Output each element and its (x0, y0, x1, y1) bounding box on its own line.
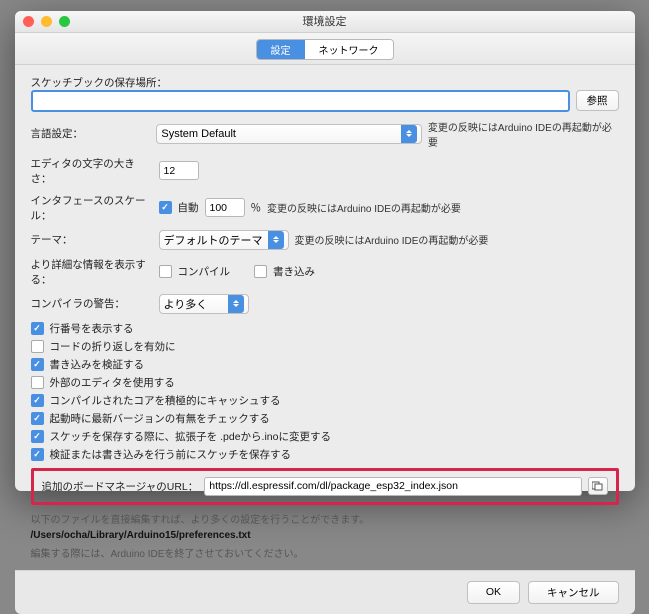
fontsize-input[interactable] (159, 161, 199, 180)
save-before-verify-label: 検証または書き込みを行う前にスケッチを保存する (50, 447, 292, 462)
warnings-label: コンパイラの警告： (31, 296, 153, 311)
language-label: 言語設定： (31, 126, 151, 141)
pde-ino-label: スケッチを保存する際に、拡張子を .pdeから.inoに変更する (50, 429, 331, 444)
code-folding-checkbox[interactable] (31, 340, 44, 353)
window-controls (23, 16, 70, 27)
warnings-select[interactable]: より多く (159, 294, 249, 314)
scale-auto-checkbox[interactable] (159, 201, 172, 214)
window-icon (592, 481, 603, 491)
board-url-input[interactable] (204, 477, 581, 496)
check-updates-label: 起動時に最新バージョンの有無をチェックする (50, 411, 270, 426)
scale-auto-label: 自動 (178, 200, 199, 215)
scale-label: インタフェースのスケール： (31, 193, 153, 223)
cache-core-label: コンパイルされたコアを積極的にキャッシュする (50, 393, 281, 408)
board-url-highlight: 追加のボードマネージャのURL： (31, 468, 619, 505)
edit-file-hint: 以下のファイルを直接編集すれば、より多くの設定を行うことができます。 (31, 511, 619, 526)
pde-ino-checkbox[interactable] (31, 430, 44, 443)
verbose-compile-label: コンパイル (178, 264, 231, 279)
expand-urls-button[interactable] (588, 477, 608, 495)
options-list: 行番号を表示する コードの折り返しを有効に 書き込みを検証する 外部のエディタを… (31, 321, 619, 462)
scale-pct: ％ (251, 200, 262, 215)
footer: OK キャンセル (15, 570, 635, 614)
line-numbers-checkbox[interactable] (31, 322, 44, 335)
tab-settings[interactable]: 設定 (257, 40, 305, 59)
check-updates-checkbox[interactable] (31, 412, 44, 425)
code-folding-label: コードの折り返しを有効に (50, 339, 176, 354)
sketchbook-label: スケッチブックの保存場所： (31, 75, 619, 90)
language-select[interactable]: System Default (156, 124, 422, 144)
zoom-icon[interactable] (59, 16, 70, 27)
tab-network[interactable]: ネットワーク (305, 40, 393, 59)
language-note: 変更の反映にはArduino IDEの再起動が必要 (428, 119, 619, 149)
theme-note: 変更の反映にはArduino IDEの再起動が必要 (295, 232, 489, 247)
fontsize-label: エディタの文字の大きさ： (31, 156, 153, 186)
verify-upload-checkbox[interactable] (31, 358, 44, 371)
line-numbers-label: 行番号を表示する (50, 321, 134, 336)
scale-note: 変更の反映にはArduino IDEの再起動が必要 (267, 200, 461, 215)
verbose-label: より詳細な情報を表示する： (31, 257, 153, 287)
sketchbook-path-input[interactable] (31, 90, 570, 112)
scale-input[interactable] (205, 198, 245, 217)
board-url-label: 追加のボードマネージャのURL： (42, 479, 199, 494)
window-title: 環境設定 (303, 13, 347, 29)
theme-label: テーマ： (31, 232, 153, 247)
preferences-window: 環境設定 設定 ネットワーク スケッチブックの保存場所： 参照 言語設定： Sy… (15, 11, 635, 491)
verify-upload-label: 書き込みを検証する (50, 357, 145, 372)
cancel-button[interactable]: キャンセル (528, 581, 619, 604)
edit-warning: 編集する際には、Arduino IDEを終了させておいてください。 (31, 545, 619, 560)
chevron-updown-icon (228, 295, 244, 313)
verbose-upload-label: 書き込み (273, 264, 315, 279)
close-icon[interactable] (23, 16, 34, 27)
preferences-path: /Users/ocha/Library/Arduino15/preference… (31, 530, 619, 541)
chevron-updown-icon (268, 231, 284, 249)
external-editor-label: 外部のエディタを使用する (50, 375, 175, 390)
minimize-icon[interactable] (41, 16, 52, 27)
external-editor-checkbox[interactable] (31, 376, 44, 389)
browse-button[interactable]: 参照 (576, 90, 619, 111)
theme-select[interactable]: デフォルトのテーマ (159, 230, 289, 250)
save-before-verify-checkbox[interactable] (31, 448, 44, 461)
titlebar: 環境設定 (15, 11, 635, 33)
cache-core-checkbox[interactable] (31, 394, 44, 407)
ok-button[interactable]: OK (467, 581, 520, 604)
chevron-updown-icon (401, 125, 417, 143)
verbose-upload-checkbox[interactable] (254, 265, 267, 278)
verbose-compile-checkbox[interactable] (159, 265, 172, 278)
tab-bar: 設定 ネットワーク (15, 33, 635, 65)
